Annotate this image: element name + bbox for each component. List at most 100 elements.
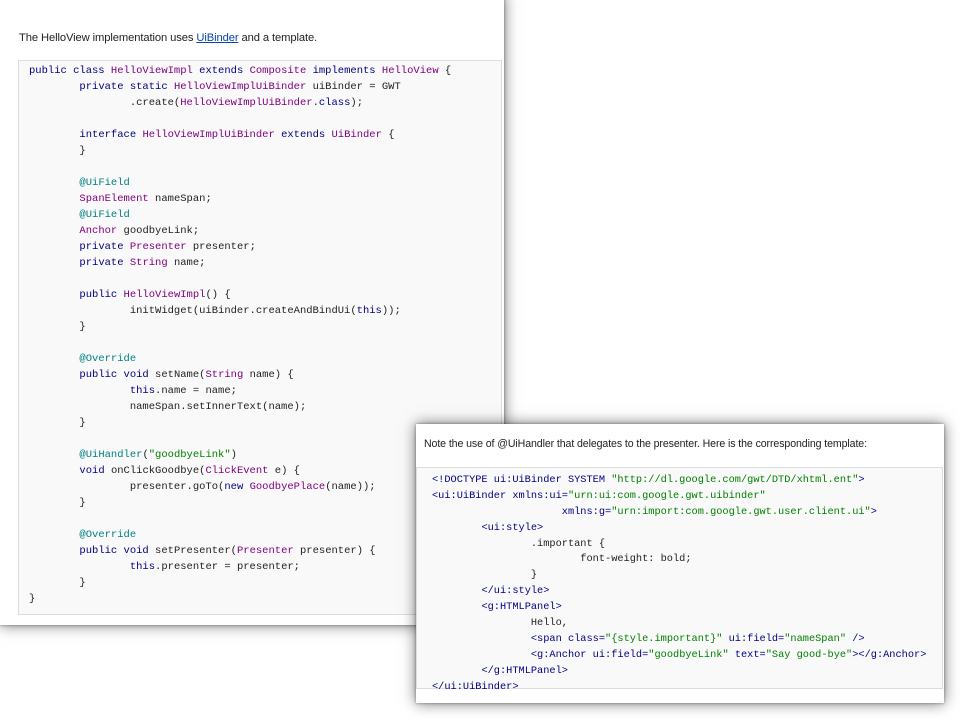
code-token: nameSpan.setInnerText(name); xyxy=(29,401,307,413)
code-token: Hello, xyxy=(432,617,568,630)
uibinder-template-code-block: <!DOCTYPE ui:UiBinder SYSTEM "http://dl.… xyxy=(416,467,943,693)
code-token: Composite xyxy=(249,65,307,77)
code-token: public class xyxy=(29,65,111,77)
code-token: "goodbyeLink" xyxy=(648,648,729,661)
code-token: String xyxy=(129,257,168,269)
code-line: <span class="{style.important}" ui:field… xyxy=(432,632,942,648)
code-line: private String name; xyxy=(29,255,501,271)
code-token: { xyxy=(438,65,452,77)
code-line: @UiField xyxy=(29,175,501,191)
code-token: "http://dl.google.com/gwt/DTD/xhtml.ent" xyxy=(611,474,859,486)
code-line: SpanElement nameSpan; xyxy=(29,191,501,207)
code-token: "goodbyeLink" xyxy=(148,449,231,461)
code-line: public HelloViewImpl() { xyxy=(29,287,501,303)
code-token: <ui:UiBinder xyxy=(432,489,513,502)
uibinder-link[interactable]: UiBinder xyxy=(196,32,238,44)
code-token: this xyxy=(129,385,156,397)
implementation-intro-text: The HelloView implementation uses UiBind… xyxy=(19,32,317,44)
code-token: presenter.goTo( xyxy=(29,481,225,493)
code-token: xmlns:g= xyxy=(561,505,612,518)
code-token: ></g:Anchor> xyxy=(852,648,927,661)
code-token: class= xyxy=(567,632,606,645)
code-token: .name = name; xyxy=(155,385,237,397)
code-token: implements xyxy=(306,65,382,77)
code-line: interface HelloViewImplUiBinder extends … xyxy=(29,127,501,143)
code-token: </ui:style> xyxy=(481,585,550,598)
code-token: public xyxy=(79,289,124,301)
code-token: uiBinder = GWT xyxy=(306,81,401,93)
template-intro-text: Note the use of @UiHandler that delegate… xyxy=(424,438,867,450)
code-token: nameSpan; xyxy=(148,193,212,205)
code-token: } xyxy=(29,145,86,157)
code-token: } xyxy=(29,321,86,333)
code-line: } xyxy=(29,143,501,159)
code-token: Presenter xyxy=(129,241,187,253)
code-token: (name)); xyxy=(325,481,376,493)
code-token: name) { xyxy=(243,369,294,381)
code-token: <span xyxy=(530,632,568,645)
code-token: HelloViewImpl xyxy=(110,65,193,77)
code-line: } xyxy=(432,568,942,584)
code-token: this xyxy=(356,305,382,317)
code-token: <g:HTMLPanel> xyxy=(481,601,562,614)
code-token: @Override xyxy=(79,529,137,541)
template-code-card: Note the use of @UiHandler that delegate… xyxy=(416,424,944,703)
code-line: <g:HTMLPanel> xyxy=(432,600,942,616)
code-token: extends xyxy=(274,129,332,141)
code-token: @UiHandler xyxy=(79,449,143,461)
code-token: "{style.important}" xyxy=(605,632,723,645)
code-line: .create(HelloViewImplUiBinder.class); xyxy=(29,95,501,111)
code-line: xmlns:g="urn:import:com.google.gwt.user.… xyxy=(432,505,942,521)
code-line: .important { xyxy=(432,537,942,553)
code-token: )); xyxy=(381,305,401,317)
code-token: "nameSpan" xyxy=(784,632,847,645)
code-line: initWidget(uiBinder.createAndBindUi(this… xyxy=(29,303,501,319)
code-line: font-weight: bold; xyxy=(432,552,942,568)
code-token: SpanElement xyxy=(79,193,149,205)
code-token: setName( xyxy=(155,369,206,381)
code-line: @UiField xyxy=(29,207,501,223)
code-line: </ui:UiBinder> xyxy=(432,680,942,696)
code-token: @UiField xyxy=(79,209,130,221)
code-line: <ui:UiBinder xmlns:ui="urn:ui:com.google… xyxy=(432,489,942,505)
code-token: () { xyxy=(205,289,231,301)
code-token: Anchor xyxy=(79,225,118,237)
code-token: ui:field= xyxy=(592,648,649,661)
code-token: /> xyxy=(846,632,865,645)
code-token: ) xyxy=(230,449,237,461)
clipped-text-line xyxy=(20,0,460,5)
code-token: new xyxy=(224,481,250,493)
code-token: <g:Anchor xyxy=(530,648,593,661)
code-token: presenter) { xyxy=(293,545,376,557)
code-line: this.name = name; xyxy=(29,383,501,399)
code-token: initWidget(uiBinder.createAndBindUi( xyxy=(29,305,357,317)
code-line: private Presenter presenter; xyxy=(29,239,501,255)
code-token: } xyxy=(29,497,86,509)
code-token: HelloViewImplUiBinder xyxy=(142,129,275,141)
code-token: name; xyxy=(167,257,206,269)
code-line: Hello, xyxy=(432,616,942,632)
code-token: @Override xyxy=(79,353,137,365)
code-token: private xyxy=(79,257,130,269)
intro-text-before: The HelloView implementation uses xyxy=(19,32,197,44)
code-token: interface xyxy=(79,129,143,141)
code-token: } xyxy=(29,593,36,605)
code-token: > xyxy=(858,474,865,486)
code-token: font-weight: bold; xyxy=(432,553,692,566)
code-token: GoodbyePlace xyxy=(249,481,326,493)
code-token: "urn:ui:com.google.gwt.uibinder" xyxy=(567,489,766,502)
code-token: HelloViewImplUiBinder xyxy=(173,81,307,93)
